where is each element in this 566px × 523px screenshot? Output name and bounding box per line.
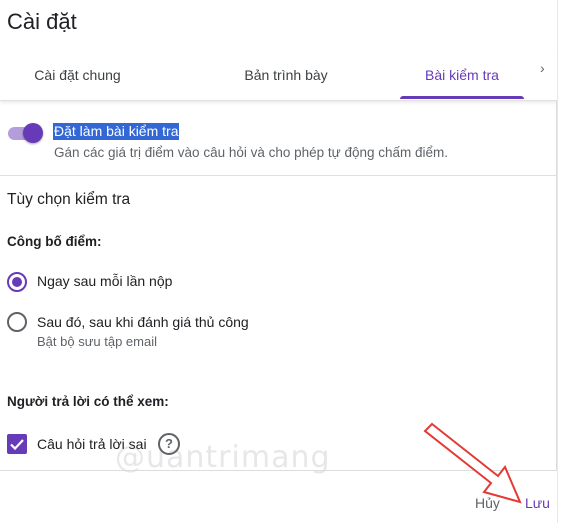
tab-quizzes[interactable]: Bài kiểm tra — [400, 54, 524, 98]
missed-questions-checkbox[interactable] — [7, 434, 27, 454]
tab-bar: Cài đặt chung Bản trình bày Bài kiểm tra — [0, 54, 557, 101]
make-quiz-description: Gán các giá trị điểm vào câu hỏi và cho … — [54, 145, 449, 160]
active-tab-indicator — [400, 96, 524, 99]
settings-title: Cài đặt — [7, 9, 77, 34]
respondent-can-see-heading: Người trả lời có thể xem: — [7, 394, 169, 409]
release-later-label[interactable]: Sau đó, sau khi đánh giá thủ công — [37, 314, 249, 330]
release-grade-heading: Công bố điểm: — [7, 234, 102, 249]
annotation-arrow-icon — [423, 422, 522, 504]
checkmark-icon — [10, 439, 24, 451]
release-later-radio[interactable] — [7, 312, 27, 332]
quiz-toggle-switch[interactable] — [23, 123, 43, 143]
release-immediately-label[interactable]: Ngay sau mỗi lần nộp — [37, 273, 172, 289]
quiz-options-title: Tùy chọn kiểm tra — [7, 191, 131, 208]
release-immediately-radio[interactable] — [7, 272, 27, 292]
window-edge — [557, 0, 566, 523]
make-quiz-label: Đặt làm bài kiểm tra — [53, 123, 180, 140]
release-later-sublabel: Bật bộ sưu tập email — [37, 334, 157, 349]
tab-general[interactable]: Cài đặt chung — [0, 54, 155, 98]
section-divider — [0, 175, 556, 176]
tab-presentation[interactable]: Bản trình bày — [196, 54, 376, 98]
tab-scroll-right-icon[interactable]: › — [540, 60, 550, 90]
